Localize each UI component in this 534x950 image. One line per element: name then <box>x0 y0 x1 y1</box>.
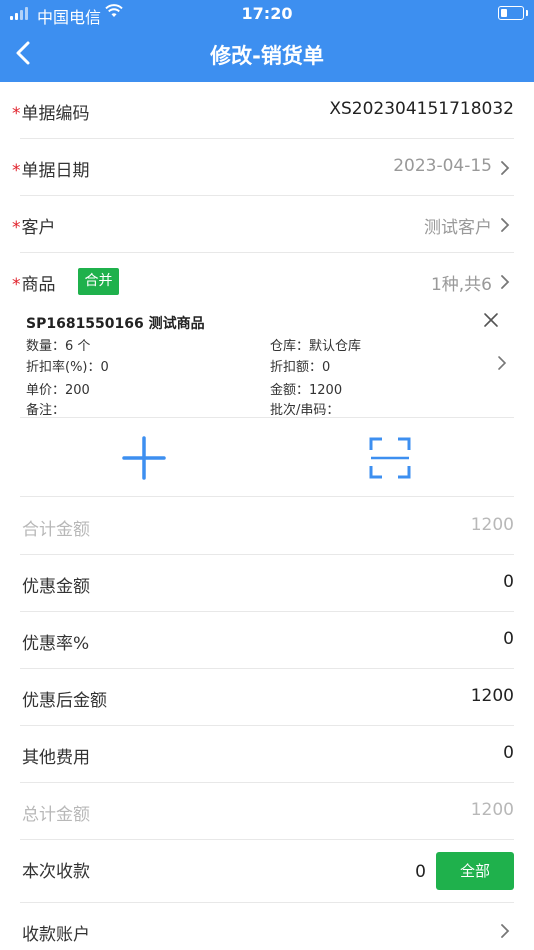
product-remark: 备注： <box>26 403 66 418</box>
account-row[interactable]: 收款账户 <box>0 904 534 950</box>
grand-total-row: 总计金额 1200 <box>0 783 534 840</box>
customer-row[interactable]: *客户 测试客户 <box>0 196 534 253</box>
other-fees-input[interactable]: 0 <box>503 743 514 763</box>
required-mark: * <box>12 275 21 295</box>
subtotal-label: 合计金额 <box>22 520 90 540</box>
chevron-right-icon <box>501 161 510 175</box>
other-fees-label: 其他费用 <box>22 748 90 768</box>
required-mark: * <box>12 161 21 181</box>
required-mark: * <box>12 104 21 124</box>
discount-rate-label: 优惠率% <box>22 634 90 654</box>
chevron-right-icon <box>501 218 510 232</box>
doc-date-row[interactable]: *单据日期 2023-04-15 <box>0 139 534 196</box>
subtotal-row: 合计金额 1200 <box>0 498 534 555</box>
received-input[interactable]: 0 <box>415 862 426 882</box>
status-bar: 中国电信 17:20 <box>0 0 534 28</box>
header-bar: 中国电信 17:20 修改-销货单 <box>0 0 534 82</box>
after-discount-row[interactable]: 优惠后金额 1200 <box>0 669 534 726</box>
chevron-right-icon <box>501 924 510 938</box>
discount-rate-row[interactable]: 优惠率% 0 <box>0 612 534 669</box>
account-label: 收款账户 <box>22 925 90 945</box>
doc-number-row: *单据编码 XS20230415171803​2 <box>0 82 534 139</box>
chevron-right-icon <box>501 275 510 289</box>
after-discount-label: 优惠后金额 <box>22 691 107 711</box>
doc-number-label: 单据编码 <box>21 104 90 124</box>
discount-rate-input[interactable]: 0 <box>503 629 514 649</box>
doc-date-label: 单据日期 <box>21 161 90 181</box>
product-amount: 金额：1200 <box>270 383 343 398</box>
status-time: 17:20 <box>241 4 293 23</box>
product-batch: 批次/串码： <box>270 403 340 418</box>
other-fees-row[interactable]: 其他费用 0 <box>0 726 534 783</box>
chevron-right-icon <box>498 356 507 370</box>
doc-date-value[interactable]: 2023-04-15 <box>393 156 492 176</box>
after-discount-input[interactable]: 1200 <box>471 686 514 706</box>
page-title: 修改-销货单 <box>210 44 324 68</box>
goods-tools <box>0 418 534 497</box>
product-card[interactable]: SP1681550166 测试商品 数量：6 个 仓库：默认仓库 折扣率(%)：… <box>20 309 514 418</box>
product-unit-price: 单价：200 <box>26 383 90 398</box>
doc-number-value: XS20230415171803​2 <box>329 99 514 119</box>
plus-icon[interactable] <box>122 436 166 480</box>
scan-icon[interactable] <box>368 436 412 480</box>
received-label: 本次收款 <box>22 862 90 882</box>
product-discount-rate: 折扣率(%)：0 <box>26 360 109 375</box>
required-mark: * <box>12 218 21 238</box>
product-code-name: SP1681550166 测试商品 <box>26 316 205 332</box>
discount-input[interactable]: 0 <box>503 572 514 592</box>
receive-all-button[interactable]: 全部 <box>436 852 514 890</box>
grand-total-value: 1200 <box>470 800 514 820</box>
customer-value[interactable]: 测试客户 <box>424 213 492 238</box>
close-icon[interactable] <box>482 311 500 329</box>
merge-button[interactable]: 合并 <box>78 268 119 295</box>
subtotal-value: 1200 <box>470 515 514 535</box>
goods-label: 商品 <box>21 275 56 295</box>
grand-total-label: 总计金额 <box>22 805 90 825</box>
product-warehouse: 仓库：默认仓库 <box>270 339 362 354</box>
discount-label: 优惠金额 <box>22 577 90 597</box>
discount-row[interactable]: 优惠金额 0 <box>0 555 534 612</box>
goods-summary[interactable]: 1种,共6 <box>431 270 492 295</box>
product-qty: 数量：6 个 <box>26 339 91 354</box>
product-discount-amount: 折扣额：0 <box>270 360 331 375</box>
customer-label: 客户 <box>21 218 56 238</box>
battery-icon <box>498 6 528 20</box>
